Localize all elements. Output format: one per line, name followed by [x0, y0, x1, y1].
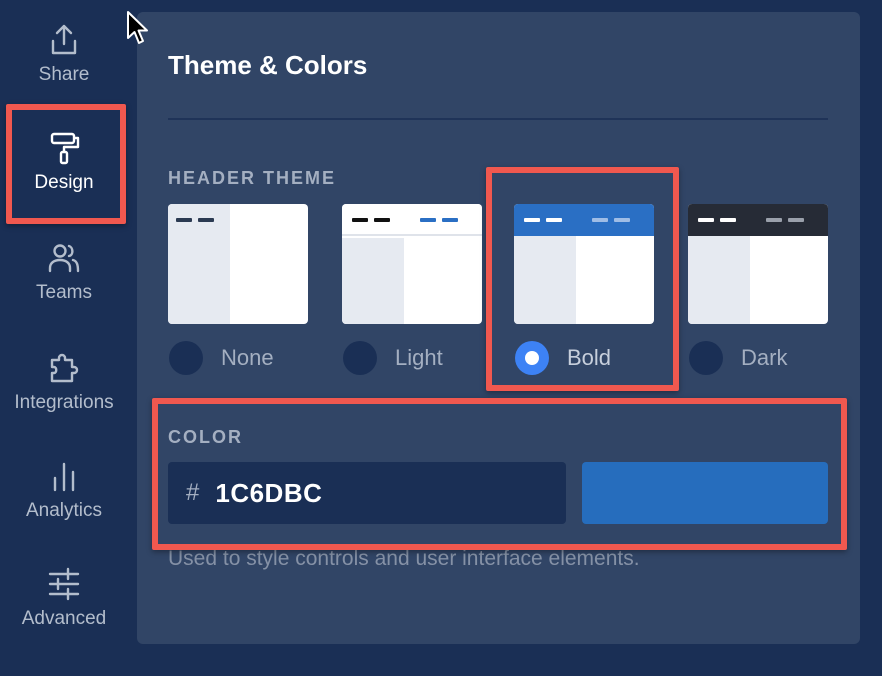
radio-bold[interactable] — [515, 341, 549, 375]
sidebar-item-analytics[interactable]: Analytics — [0, 458, 128, 568]
share-icon — [51, 24, 77, 55]
color-helper-text: Used to style controls and user interfac… — [168, 547, 640, 570]
theme-option-bold[interactable]: Bold — [515, 340, 611, 376]
sidebar: Share Design Teams Integrations Analytic… — [0, 0, 128, 656]
preview-dash — [524, 218, 540, 222]
theme-preview-sidebar — [168, 204, 230, 324]
color-swatch[interactable] — [582, 462, 828, 524]
theme-preview-bold[interactable] — [514, 204, 654, 324]
radio-label: Light — [395, 345, 443, 370]
preview-dash — [698, 218, 714, 222]
sidebar-item-share[interactable]: Share — [0, 22, 128, 132]
theme-option-none[interactable]: None — [169, 340, 274, 376]
radio-none[interactable] — [169, 341, 203, 375]
preview-dash — [592, 218, 608, 222]
radio-label: Dark — [741, 345, 788, 370]
divider — [168, 118, 828, 120]
sidebar-item-label: Share — [38, 64, 90, 85]
sidebar-item-label: Teams — [36, 282, 92, 303]
theme-preview-sidebar — [688, 236, 750, 324]
theme-colors-panel: Theme & Colors HEADER THEME None Light B… — [137, 12, 860, 644]
radio-label: Bold — [567, 345, 612, 370]
preview-dash — [198, 218, 214, 222]
sidebar-item-label: Integrations — [14, 392, 114, 413]
mouse-cursor-icon — [127, 11, 148, 44]
sidebar-item-integrations[interactable]: Integrations — [0, 350, 128, 460]
sidebar-item-label: Analytics — [25, 500, 103, 521]
color-hex-value[interactable]: 1C6DBC — [215, 478, 322, 509]
sliders-icon — [48, 567, 80, 601]
preview-dash — [374, 218, 390, 222]
theme-preview-sidebar — [342, 238, 404, 324]
theme-option-dark[interactable]: Dark — [689, 340, 787, 376]
radio-label: None — [221, 345, 274, 370]
theme-preview-light[interactable] — [342, 204, 482, 324]
sidebar-item-advanced[interactable]: Advanced — [0, 566, 128, 676]
theme-option-light[interactable]: Light — [343, 340, 443, 376]
bar-chart-icon — [53, 462, 75, 492]
preview-dash — [420, 218, 436, 222]
sidebar-item-teams[interactable]: Teams — [0, 240, 128, 350]
color-hex-input[interactable]: # 1C6DBC — [168, 462, 566, 524]
preview-dash — [614, 218, 630, 222]
paint-roller-icon — [50, 132, 80, 165]
radio-dark[interactable] — [689, 341, 723, 375]
sidebar-item-label: Design — [34, 172, 94, 193]
preview-dash — [442, 218, 458, 222]
radio-light[interactable] — [343, 341, 377, 375]
hash-symbol: # — [186, 479, 200, 506]
puzzle-icon — [50, 353, 79, 383]
theme-preview-dark[interactable] — [688, 204, 828, 324]
preview-dash — [546, 218, 562, 222]
color-label: COLOR — [168, 427, 243, 447]
preview-dash — [766, 218, 782, 222]
preview-dash — [720, 218, 736, 222]
sidebar-item-design[interactable]: Design — [0, 130, 128, 240]
preview-dash — [352, 218, 368, 222]
theme-preview-none[interactable] — [168, 204, 308, 324]
preview-dash — [176, 218, 192, 222]
page-title: Theme & Colors — [168, 50, 368, 80]
theme-preview-sidebar — [514, 236, 576, 324]
sidebar-item-label: Advanced — [21, 608, 107, 629]
preview-dash — [788, 218, 804, 222]
users-icon — [48, 244, 80, 273]
header-theme-label: HEADER THEME — [168, 168, 337, 188]
